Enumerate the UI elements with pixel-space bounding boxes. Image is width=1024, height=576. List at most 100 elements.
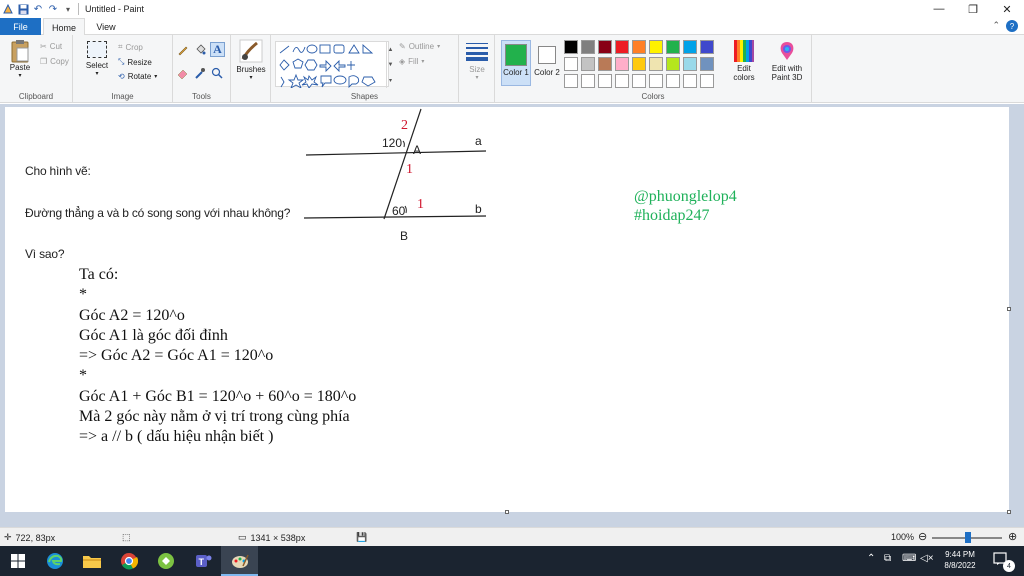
edit-colors-button[interactable]: Edit colors xyxy=(729,40,759,82)
palette-swatch[interactable] xyxy=(615,74,629,88)
taskbar-clock[interactable]: 9:44 PM 8/8/2022 xyxy=(938,549,982,571)
question-line-3: Vì sao? xyxy=(25,247,65,261)
fill-bucket-icon[interactable] xyxy=(194,44,206,56)
resize-handle-right[interactable] xyxy=(1007,307,1011,311)
help-icon[interactable]: ? xyxy=(1006,20,1018,32)
palette-swatch[interactable] xyxy=(700,57,714,71)
resize-button[interactable]: ⤡ Resize xyxy=(118,57,152,67)
copy-button[interactable]: ❐ Copy xyxy=(40,57,69,66)
zoom-slider-thumb[interactable] xyxy=(965,532,971,543)
palette-swatch[interactable] xyxy=(564,40,578,54)
resize-label: Resize xyxy=(127,57,152,67)
scissors-icon: ✂ xyxy=(40,42,47,51)
undo-icon[interactable]: ↶ xyxy=(32,3,44,15)
collapse-ribbon-icon[interactable]: ⌃ xyxy=(992,20,1000,31)
tab-home[interactable]: Home xyxy=(43,18,85,36)
tab-view[interactable]: View xyxy=(86,18,126,35)
author-tags: @phuonglelop4 #hoidap247 xyxy=(634,187,737,225)
color1-button[interactable]: Color 1 xyxy=(501,40,531,86)
palette-swatch[interactable] xyxy=(683,74,697,88)
brush-icon xyxy=(239,39,263,63)
edit-paint3d-button[interactable]: Edit with Paint 3D xyxy=(765,40,809,82)
save-icon[interactable] xyxy=(17,3,29,15)
cut-label: Cut xyxy=(49,42,63,51)
crop-button[interactable]: ⌗ Crop xyxy=(118,42,143,52)
question-line-2: Đường thẳng a và b có song song với nhau… xyxy=(25,206,291,220)
resize-handle-corner[interactable] xyxy=(1007,510,1011,514)
palette-swatch[interactable] xyxy=(649,40,663,54)
shapes-gallery[interactable]: ▲ ▼ ▾ xyxy=(275,41,393,88)
game-app-icon[interactable] xyxy=(155,551,177,571)
shapes-scroll[interactable]: ▲ ▼ ▾ xyxy=(386,42,394,88)
palette-swatch[interactable] xyxy=(666,40,680,54)
angle-b1-label: 1 xyxy=(417,197,424,212)
angle-a-arc xyxy=(402,140,405,148)
meet-now-icon[interactable]: ⧉ xyxy=(884,553,891,564)
palette-swatch[interactable] xyxy=(598,40,612,54)
volume-icon[interactable]: ◁× xyxy=(920,553,934,564)
minimize-button[interactable]: — xyxy=(922,0,956,18)
palette-swatch[interactable] xyxy=(632,57,646,71)
answer-line: * xyxy=(79,286,87,304)
disk-icon: 💾 xyxy=(356,532,368,542)
palette-swatch[interactable] xyxy=(615,40,629,54)
rotate-icon: ⟲ xyxy=(118,72,125,81)
close-button[interactable]: ✕ xyxy=(990,0,1024,18)
palette-swatch[interactable] xyxy=(649,57,663,71)
redo-icon[interactable]: ↷ xyxy=(47,3,59,15)
color2-button[interactable]: Color 2 xyxy=(532,40,562,86)
answer-text: Ta có: * Góc A2 = 120^o Góc A1 là góc đố… xyxy=(79,265,356,448)
color-picker-icon[interactable] xyxy=(194,67,206,79)
canvas-workspace[interactable]: Cho hình vẽ: Đường thẳng a và b có song … xyxy=(0,104,1024,527)
chrome-icon[interactable] xyxy=(118,551,140,571)
zoom-out-icon[interactable]: ⊖ xyxy=(918,530,927,543)
cut-button[interactable]: ✂ Cut xyxy=(40,42,62,51)
palette-swatch[interactable] xyxy=(598,57,612,71)
teams-icon[interactable]: T xyxy=(192,551,214,571)
tab-file[interactable]: File xyxy=(0,18,41,35)
palette-swatch[interactable] xyxy=(564,74,578,88)
palette-swatch[interactable] xyxy=(700,74,714,88)
angle-b-label: 60 xyxy=(392,204,406,218)
palette-swatch[interactable] xyxy=(581,40,595,54)
drawing-canvas[interactable]: Cho hình vẽ: Đường thẳng a và b có song … xyxy=(5,107,1009,512)
palette-swatch[interactable] xyxy=(598,74,612,88)
palette-swatch[interactable] xyxy=(649,74,663,88)
palette-swatch[interactable] xyxy=(632,40,646,54)
text-tool-icon[interactable]: A xyxy=(210,42,225,57)
resize-handle-bottom[interactable] xyxy=(505,510,509,514)
brushes-button[interactable]: Brushes ▾ xyxy=(235,39,267,81)
network-icon[interactable]: ⌨ xyxy=(902,553,916,564)
outline-button[interactable]: ✎ Outline ▾ xyxy=(399,42,440,51)
geometry-figure: 120 2 A 1 a 60 1 b B xyxy=(303,108,487,243)
palette-swatch[interactable] xyxy=(666,74,680,88)
palette-swatch[interactable] xyxy=(683,57,697,71)
paste-button[interactable]: Paste ▾ xyxy=(7,39,33,79)
palette-swatch[interactable] xyxy=(615,57,629,71)
eraser-icon[interactable] xyxy=(177,67,189,79)
edge-icon[interactable] xyxy=(44,551,66,571)
size-button[interactable]: Size ▾ xyxy=(464,41,490,81)
tray-expand-icon[interactable]: ⌃ xyxy=(867,553,875,564)
palette-swatch[interactable] xyxy=(666,57,680,71)
windows-start-icon[interactable] xyxy=(7,551,29,571)
palette-swatch[interactable] xyxy=(581,57,595,71)
palette-swatch[interactable] xyxy=(581,74,595,88)
fill-button[interactable]: ◈ Fill ▾ xyxy=(399,57,424,66)
angle-a1-label: 1 xyxy=(406,162,413,177)
palette-swatch[interactable] xyxy=(700,40,714,54)
line-a-label: a xyxy=(475,134,482,148)
quick-access-toolbar: ↶ ↷ ▾ xyxy=(0,3,74,15)
customize-toolbar-icon[interactable]: ▾ xyxy=(62,3,74,15)
zoom-in-icon[interactable]: ⊕ xyxy=(1008,530,1017,543)
palette-swatch[interactable] xyxy=(564,57,578,71)
magnifier-icon[interactable] xyxy=(211,67,223,79)
maximize-button[interactable]: ❐ xyxy=(956,0,990,18)
pencil-icon[interactable] xyxy=(177,44,189,56)
palette-swatch[interactable] xyxy=(632,74,646,88)
select-button[interactable]: Select ▾ xyxy=(85,41,109,77)
palette-swatch[interactable] xyxy=(683,40,697,54)
rotate-button[interactable]: ⟲ Rotate ▾ xyxy=(118,72,157,81)
file-explorer-icon[interactable] xyxy=(81,551,103,571)
paint-taskbar-icon[interactable] xyxy=(229,551,251,571)
